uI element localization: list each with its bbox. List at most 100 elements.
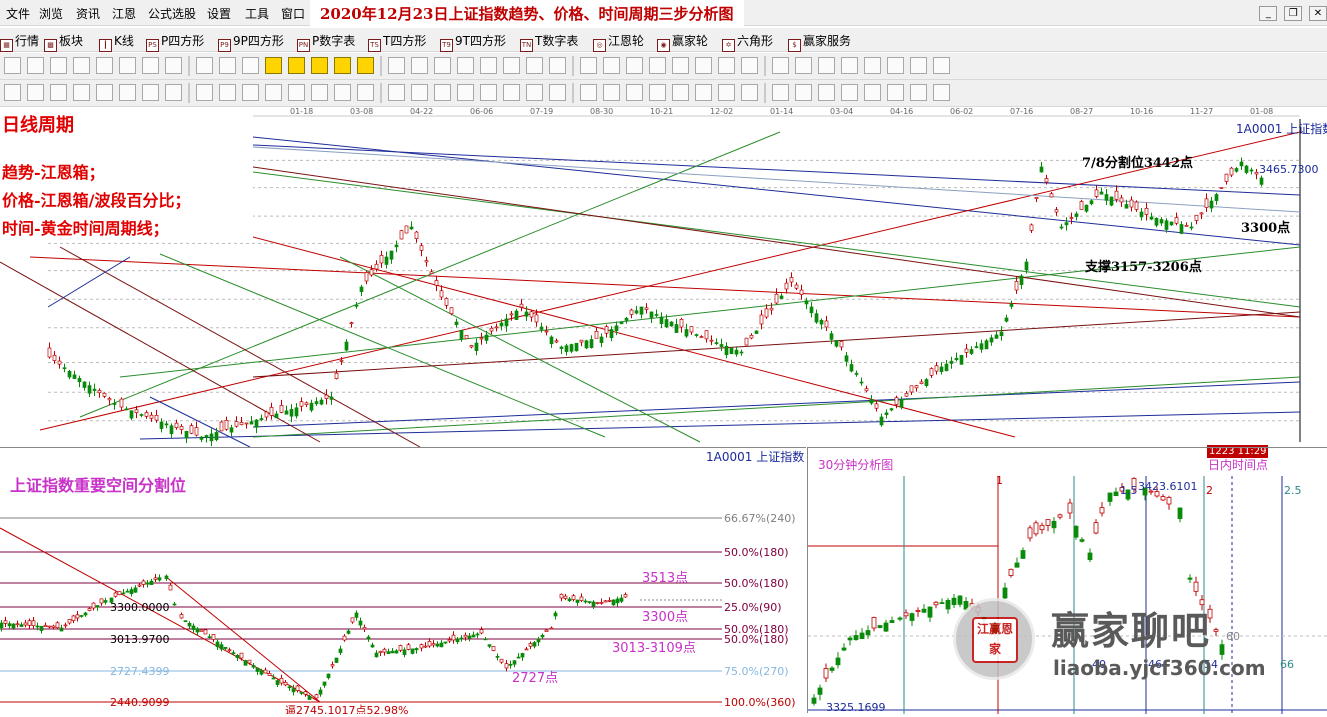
tool-icon[interactable] bbox=[818, 84, 835, 101]
toolbar-9p-square[interactable]: P9 9P四方形 bbox=[218, 32, 284, 52]
tool-icon[interactable] bbox=[434, 84, 451, 101]
tool-icon[interactable] bbox=[96, 84, 113, 101]
toolbar-p-square[interactable]: PS P四方形 bbox=[146, 32, 204, 52]
tool-icon[interactable] bbox=[549, 57, 566, 74]
tool-icon[interactable] bbox=[411, 57, 428, 74]
tool-icon[interactable] bbox=[933, 57, 950, 74]
menu-file[interactable]: 文件 bbox=[6, 5, 30, 22]
toolbar-t-square[interactable]: TS T四方形 bbox=[368, 32, 426, 52]
tool-icon[interactable] bbox=[73, 84, 90, 101]
toolbar-t-table[interactable]: TN T数字表 bbox=[520, 32, 578, 52]
menu-news[interactable]: 资讯 bbox=[76, 5, 100, 22]
tool-icon[interactable] bbox=[357, 84, 374, 101]
tool-icon[interactable] bbox=[626, 84, 643, 101]
toolbar-hexagon[interactable]: ✡ 六角形 bbox=[722, 32, 773, 52]
tool-icon[interactable] bbox=[841, 57, 858, 74]
tool-icon[interactable] bbox=[142, 57, 159, 74]
tool-icon[interactable] bbox=[142, 84, 159, 101]
tool-icon[interactable] bbox=[910, 57, 927, 74]
minimize-button[interactable]: _ bbox=[1259, 6, 1278, 21]
tool-icon[interactable] bbox=[526, 84, 543, 101]
tool-icon[interactable] bbox=[311, 57, 328, 74]
tool-icon[interactable] bbox=[288, 57, 305, 74]
toolbar-quotes[interactable]: ▦ 行情 bbox=[0, 32, 39, 52]
tool-icon[interactable] bbox=[388, 57, 405, 74]
tool-icon[interactable] bbox=[311, 84, 328, 101]
tool-icon[interactable] bbox=[4, 57, 21, 74]
menu-settings[interactable]: 设置 bbox=[207, 5, 231, 22]
tool-icon[interactable] bbox=[649, 57, 666, 74]
tool-icon[interactable] bbox=[795, 57, 812, 74]
tool-icon[interactable] bbox=[672, 57, 689, 74]
menu-browse[interactable]: 浏览 bbox=[39, 5, 63, 22]
tool-icon[interactable] bbox=[741, 84, 758, 101]
tool-icon[interactable] bbox=[219, 57, 236, 74]
tool-icon[interactable] bbox=[603, 57, 620, 74]
tool-icon[interactable] bbox=[357, 57, 374, 74]
tool-icon[interactable] bbox=[526, 57, 543, 74]
toolbar-9t-square[interactable]: T9 9T四方形 bbox=[440, 32, 506, 52]
tool-icon[interactable] bbox=[27, 57, 44, 74]
tool-icon[interactable] bbox=[626, 57, 643, 74]
tool-icon[interactable] bbox=[96, 57, 113, 74]
toolbar-winner-wheel[interactable]: ◉ 赢家轮 bbox=[657, 32, 708, 52]
tool-icon[interactable] bbox=[334, 84, 351, 101]
tool-icon[interactable] bbox=[480, 57, 497, 74]
tool-icon[interactable] bbox=[695, 57, 712, 74]
tool-icon[interactable] bbox=[864, 57, 881, 74]
tool-icon[interactable] bbox=[219, 84, 236, 101]
tool-icon[interactable] bbox=[649, 84, 666, 101]
tool-icon[interactable] bbox=[718, 84, 735, 101]
tool-icon[interactable] bbox=[672, 84, 689, 101]
tool-icon[interactable] bbox=[887, 84, 904, 101]
toolbar-kline[interactable]: ┃ K线 bbox=[99, 32, 134, 52]
tool-icon[interactable] bbox=[119, 57, 136, 74]
tool-icon[interactable] bbox=[580, 57, 597, 74]
tool-icon[interactable] bbox=[196, 57, 213, 74]
tool-icon[interactable] bbox=[772, 57, 789, 74]
tool-icon[interactable] bbox=[288, 84, 305, 101]
tool-icon[interactable] bbox=[933, 84, 950, 101]
toolbar-gann-wheel[interactable]: ◎ 江恩轮 bbox=[593, 32, 644, 52]
tool-icon[interactable] bbox=[196, 84, 213, 101]
tool-icon[interactable] bbox=[73, 57, 90, 74]
menu-tools[interactable]: 工具 bbox=[245, 5, 269, 22]
toolbar-p-table[interactable]: PN P数字表 bbox=[297, 32, 355, 52]
tool-icon[interactable] bbox=[119, 84, 136, 101]
tool-icon[interactable] bbox=[50, 57, 67, 74]
tool-icon[interactable] bbox=[50, 84, 67, 101]
tool-icon[interactable] bbox=[388, 84, 405, 101]
tool-icon[interactable] bbox=[887, 57, 904, 74]
tool-icon[interactable] bbox=[718, 57, 735, 74]
tool-icon[interactable] bbox=[265, 84, 282, 101]
tool-icon[interactable] bbox=[334, 57, 351, 74]
toolbar-sectors[interactable]: ▩ 板块 bbox=[44, 32, 83, 52]
tool-icon[interactable] bbox=[818, 57, 835, 74]
tool-icon[interactable] bbox=[265, 57, 282, 74]
restore-button[interactable]: ❐ bbox=[1284, 6, 1303, 21]
tool-icon[interactable] bbox=[480, 84, 497, 101]
tool-icon[interactable] bbox=[27, 84, 44, 101]
tool-icon[interactable] bbox=[795, 84, 812, 101]
tool-icon[interactable] bbox=[503, 57, 520, 74]
tool-icon[interactable] bbox=[864, 84, 881, 101]
tool-icon[interactable] bbox=[772, 84, 789, 101]
tool-icon[interactable] bbox=[549, 84, 566, 101]
tool-icon[interactable] bbox=[457, 84, 474, 101]
tool-icon[interactable] bbox=[434, 57, 451, 74]
tool-icon[interactable] bbox=[741, 57, 758, 74]
tool-icon[interactable] bbox=[457, 57, 474, 74]
tool-icon[interactable] bbox=[165, 84, 182, 101]
tool-icon[interactable] bbox=[165, 57, 182, 74]
tool-icon[interactable] bbox=[841, 84, 858, 101]
menu-formula[interactable]: 公式选股 bbox=[148, 5, 196, 22]
tool-icon[interactable] bbox=[910, 84, 927, 101]
toolbar-service[interactable]: $ 赢家服务 bbox=[788, 32, 851, 52]
menu-window[interactable]: 窗口 bbox=[281, 5, 305, 22]
tool-icon[interactable] bbox=[603, 84, 620, 101]
tool-icon[interactable] bbox=[242, 84, 259, 101]
tool-icon[interactable] bbox=[695, 84, 712, 101]
tool-icon[interactable] bbox=[242, 57, 259, 74]
tool-icon[interactable] bbox=[411, 84, 428, 101]
menu-gann[interactable]: 江恩 bbox=[112, 5, 136, 22]
